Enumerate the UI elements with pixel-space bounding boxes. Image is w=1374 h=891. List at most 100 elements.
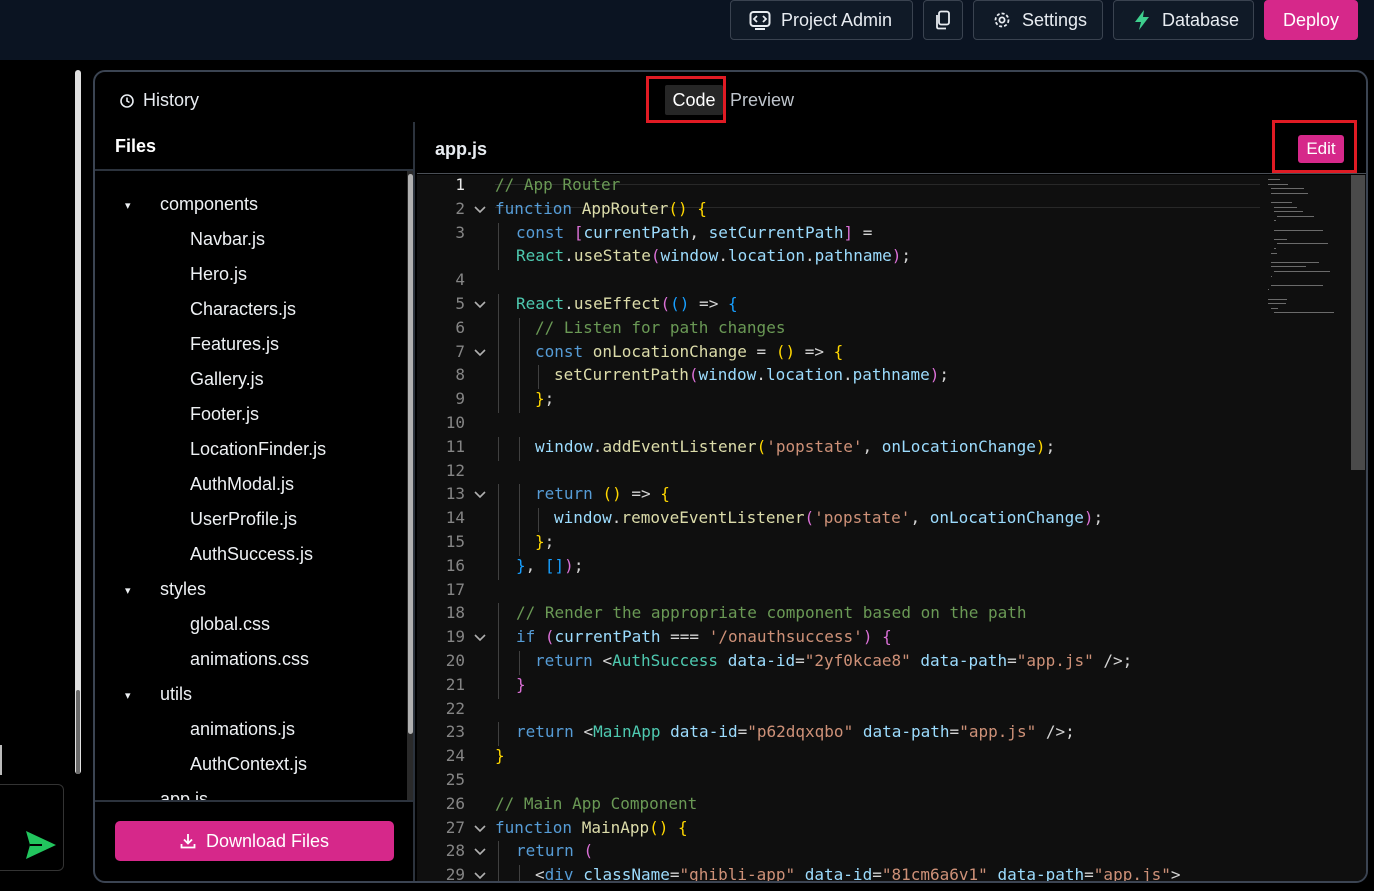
code-line: 5 React.useEffect(() => { bbox=[417, 294, 1262, 318]
code-token: ) bbox=[891, 246, 902, 266]
fold-chevron-icon[interactable] bbox=[473, 199, 487, 225]
fold-chevron-icon[interactable] bbox=[473, 294, 487, 320]
code-token: { bbox=[660, 484, 670, 504]
indent-guide bbox=[519, 341, 520, 366]
chevron-down-icon[interactable]: ▾ bbox=[125, 584, 131, 597]
minimap-line bbox=[1274, 229, 1323, 231]
code-line: 11 window.addEventListener('popstate', on… bbox=[417, 436, 1262, 461]
folder-item[interactable]: components bbox=[160, 194, 258, 215]
file-tree-scrollbar-thumb[interactable] bbox=[408, 174, 413, 734]
line-number: 1 bbox=[455, 175, 465, 194]
code-token: = bbox=[737, 722, 748, 742]
code-line: 14 window.removeEventListener('popstate',… bbox=[417, 508, 1262, 533]
file-item[interactable]: animations.css bbox=[190, 649, 309, 670]
code-text: // Listen for path changes bbox=[535, 318, 785, 337]
indent-guide bbox=[498, 627, 499, 652]
code-token: ) bbox=[1035, 436, 1046, 456]
file-item[interactable]: AuthContext.js bbox=[190, 754, 307, 775]
database-button[interactable]: Database bbox=[1113, 0, 1254, 40]
file-item[interactable]: AuthSuccess.js bbox=[190, 544, 313, 565]
file-item[interactable]: Characters.js bbox=[190, 299, 296, 320]
settings-button[interactable]: Settings bbox=[973, 0, 1103, 40]
indent-guide bbox=[498, 341, 499, 366]
code-token: . bbox=[718, 246, 728, 266]
chat-scrollbar[interactable] bbox=[75, 70, 81, 774]
file-item[interactable]: Footer.js bbox=[190, 404, 259, 425]
editor-scrollbar-thumb[interactable] bbox=[1351, 175, 1365, 470]
fold-chevron-icon[interactable] bbox=[473, 841, 487, 867]
divider bbox=[95, 800, 413, 802]
project-admin-button[interactable]: Project Admin bbox=[730, 0, 913, 40]
copy-button[interactable] bbox=[923, 0, 963, 40]
deploy-button[interactable]: Deploy bbox=[1264, 0, 1358, 40]
send-icon[interactable] bbox=[24, 828, 58, 862]
code-token: . bbox=[805, 246, 815, 266]
folder-item[interactable]: styles bbox=[160, 579, 206, 600]
code-token: />; bbox=[1093, 651, 1133, 670]
code-editor[interactable]: 1// App Router 2 function AppRouter() {3 co… bbox=[417, 175, 1366, 883]
file-item[interactable]: global.css bbox=[190, 614, 270, 635]
indent-guide bbox=[519, 389, 520, 414]
code-token: => bbox=[621, 484, 661, 504]
fold-chevron-icon[interactable] bbox=[473, 627, 487, 653]
code-token: window bbox=[554, 508, 612, 528]
file-item[interactable]: Hero.js bbox=[190, 264, 247, 285]
highlight-box-edit-button bbox=[1272, 120, 1357, 173]
chat-scrollbar-thumb[interactable] bbox=[76, 690, 80, 774]
code-token: onLocationChange bbox=[592, 341, 747, 361]
code-line: 20 return <AuthSuccess data-id="2yf0kcae8… bbox=[417, 651, 1262, 675]
code-text: }; bbox=[535, 389, 554, 408]
download-files-label: Download Files bbox=[205, 830, 330, 851]
code-token: . bbox=[564, 294, 574, 313]
download-files-button[interactable]: Download Files bbox=[115, 821, 394, 861]
fold-chevron-icon[interactable] bbox=[473, 484, 487, 510]
gear-icon bbox=[994, 12, 1010, 28]
code-text: const onLocationChange = () => { bbox=[535, 342, 843, 361]
indent-guide bbox=[498, 389, 499, 414]
line-number: 6 bbox=[455, 317, 465, 337]
minimap-line bbox=[1268, 298, 1287, 300]
line-number: 2 bbox=[455, 198, 465, 218]
chevron-down-icon[interactable]: ▾ bbox=[125, 689, 131, 702]
code-token: className bbox=[583, 865, 670, 883]
file-item[interactable]: LocationFinder.js bbox=[190, 439, 326, 460]
code-token: = bbox=[746, 341, 776, 361]
code-text: function AppRouter() { bbox=[495, 199, 707, 218]
file-item[interactable]: UserProfile.js bbox=[190, 509, 297, 530]
code-minimap[interactable] bbox=[1262, 175, 1352, 881]
folder-item[interactable]: utils bbox=[160, 684, 192, 705]
indent-guide bbox=[519, 508, 520, 533]
line-number: 10 bbox=[445, 413, 465, 432]
fold-chevron-icon[interactable] bbox=[473, 342, 487, 368]
file-item[interactable]: Features.js bbox=[190, 334, 279, 355]
code-token: window bbox=[698, 365, 757, 385]
code-token: pathname bbox=[852, 365, 930, 385]
file-item[interactable]: animations.js bbox=[190, 719, 295, 740]
indent-guide bbox=[519, 532, 520, 556]
code-token: data-id bbox=[804, 865, 873, 883]
minimap-line bbox=[1274, 206, 1298, 208]
code-line: 15}; bbox=[417, 532, 1262, 556]
code-token: setCurrentPath bbox=[708, 222, 844, 242]
code-token: location bbox=[765, 365, 843, 385]
file-item[interactable]: AuthModal.js bbox=[190, 474, 294, 495]
code-token: "ghibli-app" bbox=[679, 865, 796, 883]
history-button[interactable]: History bbox=[119, 90, 199, 111]
file-item[interactable]: Gallery.js bbox=[190, 369, 264, 390]
chevron-down-icon[interactable]: ▾ bbox=[125, 199, 131, 212]
highlight-box-code-tab bbox=[646, 76, 726, 123]
fold-chevron-icon[interactable] bbox=[473, 818, 487, 844]
fold-chevron-icon[interactable] bbox=[473, 865, 487, 881]
line-number: 14 bbox=[445, 508, 465, 528]
code-text: return <AuthSuccess data-id="2yf0kcae8" … bbox=[535, 651, 1132, 670]
indent-guide bbox=[538, 365, 539, 390]
file-item[interactable]: app.js bbox=[160, 789, 208, 800]
code-token: } bbox=[535, 532, 545, 551]
code-token: data-id bbox=[670, 722, 738, 742]
code-token: currentPath bbox=[554, 627, 661, 647]
code-token: = bbox=[669, 865, 680, 883]
tab-preview[interactable]: Preview bbox=[730, 85, 794, 115]
code-line: 3 const [currentPath, setCurrentPath] = bbox=[417, 222, 1262, 247]
file-item[interactable]: Navbar.js bbox=[190, 229, 265, 250]
